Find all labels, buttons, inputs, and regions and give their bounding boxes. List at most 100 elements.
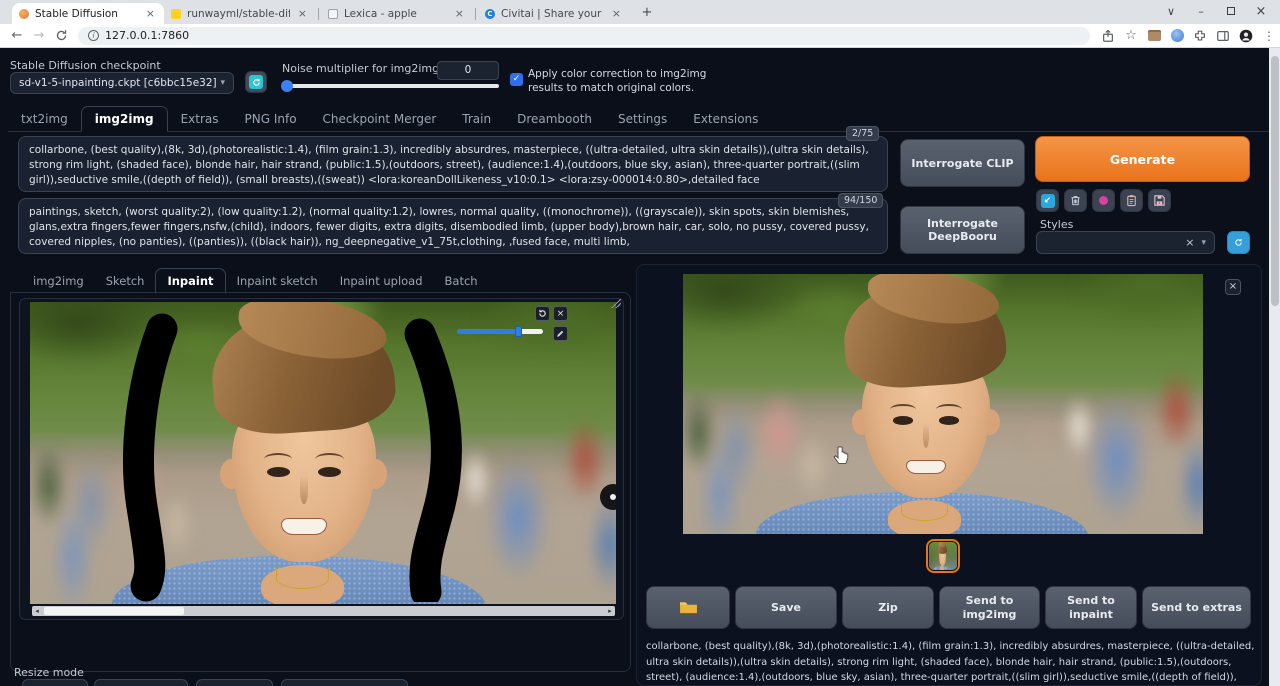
tab-extensions[interactable]: Extensions	[680, 107, 771, 131]
clear-image-icon[interactable]: ×	[553, 306, 568, 321]
scrollbar-thumb[interactable]	[1270, 56, 1279, 306]
profile-avatar[interactable]	[1238, 28, 1254, 44]
tab-img2img-mode[interactable]: img2img	[22, 269, 95, 293]
scroll-right-icon[interactable]: ▸	[605, 606, 615, 616]
tab-inpaint-upload[interactable]: Inpaint upload	[329, 269, 434, 293]
browser-tab-strip: Stable Diffusion × runwayml/stable-diffu…	[0, 0, 1280, 24]
browser-tab-civitai[interactable]: C Civitai | Share your models ×	[478, 3, 630, 24]
tab-title: Civitai | Share your models	[501, 7, 604, 20]
tab-sketch[interactable]: Sketch	[95, 269, 156, 293]
checkpoint-select[interactable]: sd-v1-5-inpainting.ckpt [c6bbc15e32] ▾	[10, 72, 234, 94]
tab-txt2img[interactable]: txt2img	[8, 107, 81, 131]
new-tab-button[interactable]: +	[638, 4, 656, 22]
stable-diffusion-favicon	[19, 8, 29, 19]
tab-png-info[interactable]: PNG Info	[232, 107, 310, 131]
brush-pencil-icon[interactable]	[553, 326, 568, 341]
clear-prompt-button[interactable]	[1064, 189, 1087, 212]
url-text: 127.0.0.1:7860	[105, 29, 190, 42]
clear-styles-icon[interactable]: ×	[1185, 236, 1194, 249]
negative-prompt-token-counter: 94/150	[838, 193, 884, 208]
inpaint-canvas[interactable]: ×	[30, 302, 616, 604]
browser-tab-stable-diffusion[interactable]: Stable Diffusion ×	[12, 3, 164, 24]
img2img-mode-tabs: img2img Sketch Inpaint Inpaint sketch In…	[22, 268, 489, 294]
extensions-puzzle-icon[interactable]	[1192, 28, 1208, 44]
interrogate-clip-button[interactable]: Interrogate CLIP	[900, 139, 1025, 187]
extension-blue-icon[interactable]	[1169, 28, 1185, 44]
url-bar[interactable]: i 127.0.0.1:7860	[78, 26, 1090, 45]
tab-img2img[interactable]: img2img	[80, 106, 168, 132]
open-folder-button[interactable]	[646, 586, 730, 629]
bookmark-star-icon[interactable]: ☆	[1123, 28, 1139, 44]
tab-inpaint-sketch[interactable]: Inpaint sketch	[226, 269, 329, 293]
send-to-inpaint-button[interactable]: Send to inpaint	[1045, 586, 1137, 629]
browser-address-bar: ← → i 127.0.0.1:7860 ☆ ⋮	[0, 24, 1280, 48]
scroll-left-icon[interactable]: ◂	[32, 606, 42, 616]
minimize-button[interactable]: –	[1186, 0, 1216, 24]
send-to-extras-button[interactable]: Send to extras	[1142, 586, 1251, 629]
resize-mode-option[interactable]	[22, 679, 88, 686]
noise-multiplier-slider[interactable]	[281, 80, 499, 92]
floppy-save-icon	[1154, 195, 1165, 206]
close-gallery-icon[interactable]: ×	[1225, 279, 1241, 295]
close-tab-icon[interactable]: ×	[453, 7, 466, 20]
maximize-button[interactable]	[1216, 0, 1246, 24]
clipboard-icon	[1127, 195, 1136, 207]
resize-mode-option[interactable]	[196, 679, 273, 686]
share-icon[interactable]	[1100, 28, 1116, 44]
zip-button[interactable]: Zip	[842, 586, 934, 629]
color-correction-checkbox[interactable]: ✓	[510, 73, 523, 86]
browser-menu-icon[interactable]: ⋮	[1261, 28, 1277, 44]
gallery-thumbnail-selected[interactable]	[926, 539, 960, 573]
side-panel-icon[interactable]	[1215, 28, 1231, 44]
refresh-checkpoint-button[interactable]	[245, 71, 267, 93]
send-to-img2img-button[interactable]: Send to img2img	[939, 586, 1040, 629]
prompt-textarea[interactable]: collarbone, (best quality),(8k, 3d),(pho…	[18, 136, 888, 192]
browser-tab-runwayml[interactable]: runwayml/stable-diffusion-inpa ×	[164, 3, 316, 24]
slider-thumb[interactable]	[515, 326, 522, 337]
scrollbar-thumb[interactable]	[44, 607, 184, 615]
document-favicon	[328, 8, 338, 19]
resize-mode-label: Resize mode	[14, 666, 84, 679]
extra-networks-button[interactable]	[1092, 189, 1115, 212]
forward-icon[interactable]: →	[28, 28, 50, 43]
extension-card-icon[interactable]	[1146, 28, 1162, 44]
tab-extras[interactable]: Extras	[168, 107, 232, 131]
brush-size-slider[interactable]	[457, 326, 543, 337]
browser-tab-lexica[interactable]: Lexica - apple ×	[321, 3, 473, 24]
save-button[interactable]: Save	[735, 586, 837, 629]
negative-prompt-textarea[interactable]: paintings, sketch, (worst quality:2), (l…	[18, 198, 888, 254]
tab-inpaint[interactable]: Inpaint	[155, 268, 226, 294]
generate-button[interactable]: Generate	[1035, 136, 1250, 182]
refresh-styles-button[interactable]	[1227, 231, 1250, 254]
result-image[interactable]	[683, 274, 1203, 534]
resize-mode-option[interactable]	[94, 679, 188, 686]
undo-icon[interactable]	[535, 306, 550, 321]
back-icon[interactable]: ←	[6, 28, 28, 43]
close-tab-icon[interactable]: ×	[296, 7, 309, 20]
slider-thumb[interactable]	[281, 80, 293, 92]
tab-batch[interactable]: Batch	[434, 269, 489, 293]
site-info-icon[interactable]: i	[88, 30, 99, 41]
tab-settings[interactable]: Settings	[605, 107, 680, 131]
tab-train[interactable]: Train	[449, 107, 504, 131]
tab-search-icon[interactable]: ∨	[1156, 0, 1186, 24]
interrogate-deepbooru-button[interactable]: Interrogate DeepBooru	[900, 206, 1025, 254]
tab-dreambooth[interactable]: Dreambooth	[504, 107, 605, 131]
resize-mode-option[interactable]	[281, 679, 408, 686]
reload-icon[interactable]	[50, 28, 72, 43]
thumbnail-photo	[929, 542, 957, 570]
apply-style-button[interactable]	[1120, 189, 1143, 212]
close-tab-icon[interactable]: ×	[144, 7, 157, 20]
styles-label: Styles	[1040, 218, 1074, 231]
noise-multiplier-input[interactable]: 0	[437, 61, 499, 80]
styles-select[interactable]: × ▾	[1036, 231, 1215, 254]
paste-params-button[interactable]: ↙	[1036, 189, 1059, 212]
tab-separator	[475, 8, 476, 20]
close-window-button[interactable]: ×	[1246, 0, 1276, 24]
save-style-button[interactable]	[1148, 189, 1171, 212]
canvas-horizontal-scrollbar[interactable]: ◂ ▸	[32, 606, 615, 616]
tab-checkpoint-merger[interactable]: Checkpoint Merger	[310, 107, 450, 131]
close-tab-icon[interactable]: ×	[610, 7, 623, 20]
color-correction-label: Apply color correction to img2img result…	[528, 68, 707, 94]
browser-scrollbar[interactable]	[1269, 48, 1280, 686]
